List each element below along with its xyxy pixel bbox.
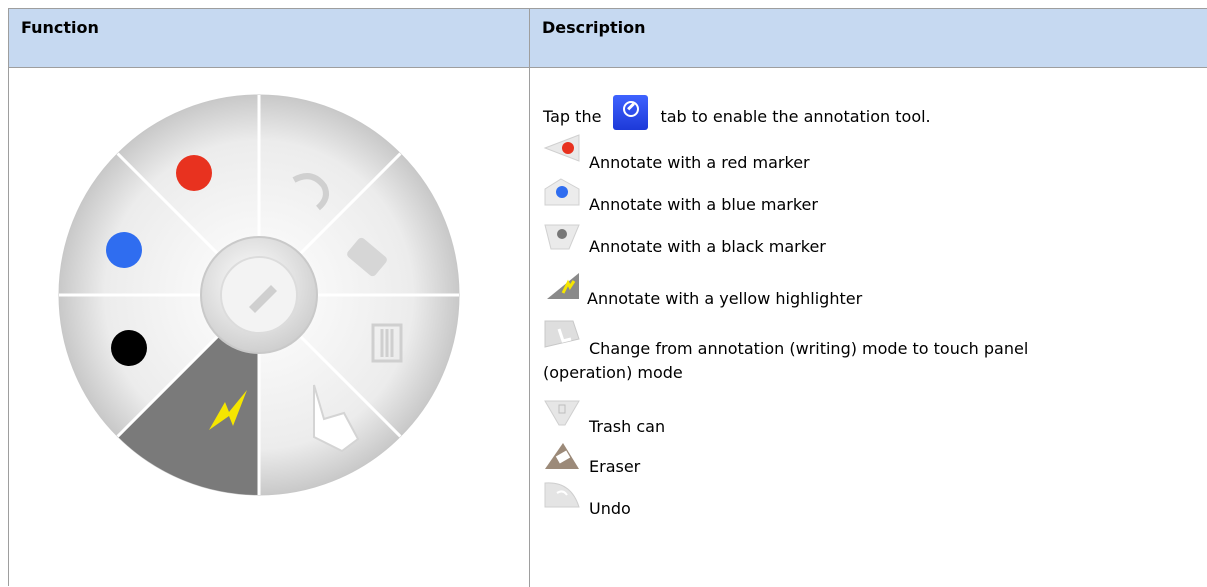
black-marker-dot[interactable] bbox=[111, 330, 147, 366]
black-marker-icon bbox=[544, 224, 580, 250]
touch-mode-icon bbox=[544, 320, 580, 348]
red-marker-icon bbox=[543, 134, 580, 162]
trash-can-icon bbox=[544, 400, 580, 426]
intro-line: Tap the tab to enable the annotation tool… bbox=[543, 95, 931, 130]
header-description: Description bbox=[529, 9, 1207, 68]
item-eraser: Eraser bbox=[589, 457, 641, 476]
column-divider bbox=[529, 68, 530, 587]
blue-marker-dot[interactable] bbox=[106, 232, 142, 268]
annotation-tab-icon bbox=[613, 95, 649, 130]
item-touch-mode: Change from annotation (writing) mode to… bbox=[589, 339, 1029, 358]
header-function: Function bbox=[9, 9, 529, 68]
yellow-highlighter-icon bbox=[547, 273, 579, 299]
undo-icon bbox=[544, 482, 580, 508]
item-red-marker: Annotate with a red marker bbox=[589, 153, 810, 172]
function-table: Function Description Tap the tab to enab… bbox=[8, 8, 1207, 587]
annotation-wheel bbox=[58, 94, 460, 496]
item-trash-can: Trash can bbox=[589, 417, 666, 436]
eraser-icon bbox=[545, 443, 579, 469]
item-undo: Undo bbox=[589, 499, 631, 518]
item-touch-mode-cont: (operation) mode bbox=[543, 363, 683, 382]
red-marker-dot[interactable] bbox=[176, 155, 212, 191]
item-black-marker: Annotate with a black marker bbox=[589, 237, 826, 256]
item-blue-marker: Annotate with a blue marker bbox=[589, 195, 818, 214]
blue-marker-icon bbox=[544, 178, 580, 206]
item-yellow-highlighter: Annotate with a yellow highlighter bbox=[587, 289, 863, 308]
